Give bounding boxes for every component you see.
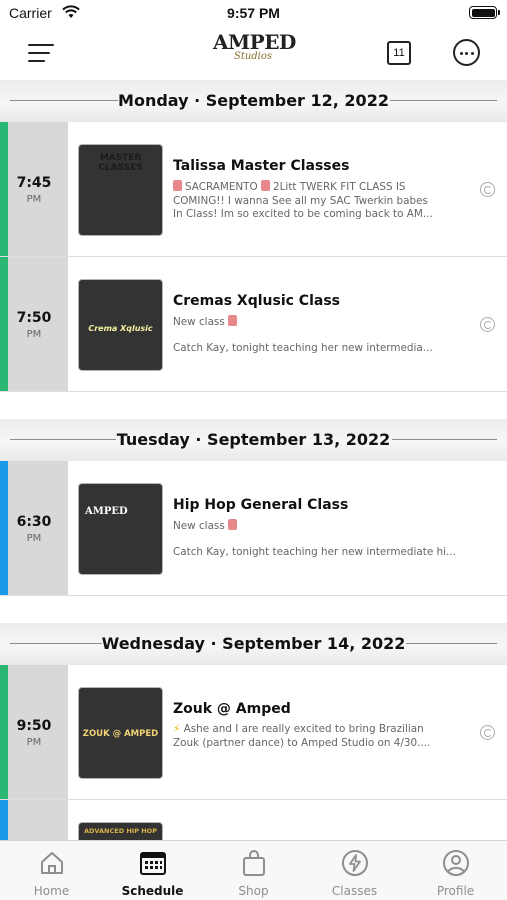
event-ampm: PM	[26, 194, 42, 205]
app-logo: AMPED Studios	[213, 30, 296, 62]
sync-icon[interactable]	[480, 317, 495, 332]
pin-emoji-icon	[173, 180, 182, 191]
tab-profile[interactable]: Profile	[405, 841, 506, 900]
event-thumbnail[interactable]: AMPED	[78, 483, 163, 575]
event-thumbnail[interactable]: ADVANCED HIP HOP	[78, 822, 163, 840]
event-row[interactable]: 9:50 PM ZOUK @ AMPED Zouk @ Amped ⚡ Ashe…	[0, 665, 507, 800]
sync-icon[interactable]	[480, 725, 495, 740]
tab-label: Shop	[238, 884, 269, 898]
event-thumbnail[interactable]: ZOUK @ AMPED	[78, 687, 163, 779]
calendar-icon[interactable]: 11	[387, 41, 411, 65]
sync-icon[interactable]	[480, 182, 495, 197]
status-time: 9:57 PM	[227, 5, 280, 21]
event-title: Cremas Xqlusic Class	[173, 293, 340, 309]
more-options-icon[interactable]	[453, 39, 480, 66]
day-header: Wednesday · September 14, 2022	[0, 623, 507, 665]
event-accent-bar	[0, 461, 8, 595]
day-header: Monday · September 12, 2022	[0, 80, 507, 122]
pin-emoji-icon	[261, 180, 271, 191]
day-label: Wednesday · September 14, 2022	[101, 634, 406, 653]
tab-home[interactable]: Home	[1, 841, 102, 900]
event-accent-bar	[0, 800, 8, 840]
event-time: 7:50	[16, 310, 52, 326]
calendar-icon	[140, 852, 166, 875]
home-icon	[41, 852, 63, 874]
event-time-column	[8, 800, 68, 840]
tab-shop[interactable]: Shop	[203, 841, 304, 900]
nav-bar: AMPED Studios 11	[0, 28, 507, 80]
day-label: Tuesday · September 13, 2022	[116, 430, 391, 449]
event-time: 9:50	[16, 718, 52, 734]
event-row[interactable]: 7:50 PM Crema Xqlusic Cremas Xqlusic Cla…	[0, 257, 507, 392]
event-title: Talissa Master Classes	[173, 158, 350, 174]
event-thumbnail[interactable]: MASTER CLASSES	[78, 144, 163, 236]
event-time-column: 9:50 PM	[8, 665, 68, 799]
bolt-icon	[342, 850, 368, 876]
event-title: Hip Hop General Class	[173, 497, 349, 513]
shopping-bag-icon	[243, 850, 265, 876]
new-emoji-icon	[228, 315, 238, 326]
menu-icon[interactable]	[28, 42, 56, 64]
event-description: New class Catch Kay, tonight teaching he…	[173, 315, 433, 354]
tab-bar: Home Schedule Shop Classes Profile	[0, 840, 507, 900]
lightning-emoji-icon: ⚡	[173, 723, 181, 735]
event-accent-bar	[0, 122, 8, 256]
day-label: Monday · September 12, 2022	[118, 91, 389, 110]
person-icon	[443, 850, 469, 876]
event-row[interactable]: 7:45 PM MASTER CLASSES Talissa Master Cl…	[0, 122, 507, 257]
event-thumbnail[interactable]: Crema Xqlusic	[78, 279, 163, 371]
event-ampm: PM	[26, 533, 42, 544]
event-time-column: 6:30 PM	[8, 461, 68, 595]
tab-label: Profile	[436, 884, 475, 898]
schedule-list[interactable]: Monday · September 12, 2022 7:45 PM MAST…	[0, 80, 507, 840]
event-row[interactable]: 6:30 PM AMPED Hip Hop General Class New …	[0, 461, 507, 596]
status-bar: Carrier 9:57 PM	[0, 0, 507, 28]
event-time-column: 7:50 PM	[8, 257, 68, 391]
tab-schedule[interactable]: Schedule	[102, 841, 203, 900]
event-time-column: 7:45 PM	[8, 122, 68, 256]
tab-label: Classes	[331, 884, 378, 898]
tab-classes[interactable]: Classes	[304, 841, 405, 900]
event-description: New class Catch Kay, tonight teaching he…	[173, 519, 456, 558]
event-time: 7:45	[16, 175, 52, 191]
day-header: Tuesday · September 13, 2022	[0, 419, 507, 461]
battery-icon	[469, 6, 500, 19]
tab-label: Schedule	[121, 884, 184, 898]
event-accent-bar	[0, 665, 8, 799]
event-title: Zouk @ Amped	[173, 701, 291, 717]
event-ampm: PM	[26, 737, 42, 748]
event-description: ⚡ Ashe and I are really excited to bring…	[173, 723, 431, 749]
new-emoji-icon	[228, 519, 238, 530]
event-accent-bar	[0, 257, 8, 391]
event-time: 6:30	[16, 514, 52, 530]
event-row[interactable]: ADVANCED HIP HOP	[0, 800, 507, 840]
event-ampm: PM	[26, 329, 42, 340]
tab-label: Home	[33, 884, 70, 898]
event-description: SACRAMENTO 2Litt TWERK FIT CLASS IS COMI…	[173, 180, 433, 220]
